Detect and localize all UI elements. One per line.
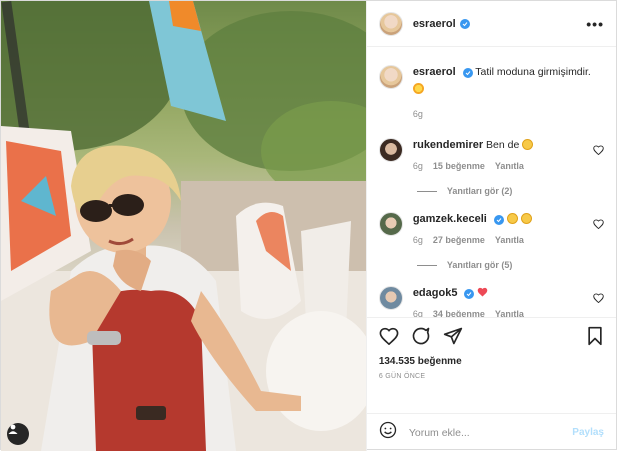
verified-badge-icon [462,68,473,78]
tagged-user-icon[interactable] [7,423,29,445]
comments-list: esraerol Tatil moduna girmişimdir. 6g ru… [367,47,616,317]
reply-button[interactable]: Yanıtla [495,233,524,248]
post-header: esraerol ••• [366,1,616,47]
verified-badge-icon [493,215,504,225]
post-sidebar: esraerol ••• esraerol Tatil moduna girmi… [365,1,616,451]
post-actions: 134.535 beğenme 6 GÜN ÖNCE [366,317,616,413]
comment-likes[interactable]: 27 beğenme [433,233,485,248]
view-replies-button[interactable]: Yanıtları gör (2) [416,186,604,196]
bookmark-icon[interactable] [586,326,604,351]
star-struck-emoji [506,213,518,224]
view-replies-button[interactable]: Yanıtları gör (5) [416,260,604,270]
author-avatar[interactable] [378,11,403,36]
comment-time[interactable]: 6g [413,233,423,248]
post-photo[interactable] [1,1,366,451]
more-options-icon[interactable]: ••• [586,16,604,32]
emoji-picker-icon[interactable] [379,421,397,444]
reply-button[interactable]: Yanıtla [495,159,524,174]
share-paper-plane-icon[interactable] [443,326,463,351]
comment-item: edagok5 6g 34 beğenme Yanıtla [378,286,604,317]
commenter-avatar[interactable] [378,286,403,310]
reply-button[interactable]: Yanıtla [495,307,524,317]
post-comment-button[interactable]: Paylaş [572,427,604,438]
post-timestamp[interactable]: 6 GÜN ÖNCE [379,373,604,380]
commenter-avatar[interactable] [378,212,403,236]
commenter-username[interactable]: gamzek.keceli [413,213,487,225]
comment-item: gamzek.keceli 6g 27 beğenme Yanıtla [378,212,604,248]
author-avatar[interactable] [378,65,403,89]
caption-time[interactable]: 6g [413,107,423,122]
add-comment-bar: Paylaş [366,413,616,451]
comment-input[interactable] [408,426,573,439]
star-struck-emoji [520,213,532,224]
comment-time[interactable]: 6g [413,159,423,174]
like-comment-heart-icon[interactable] [593,142,604,160]
comment-likes[interactable]: 15 beğenme [433,159,485,174]
commenter-avatar[interactable] [378,138,403,162]
like-heart-icon[interactable] [379,327,399,350]
like-comment-heart-icon[interactable] [593,290,604,308]
comment-bubble-icon[interactable] [411,326,431,351]
verified-badge-icon [464,289,475,299]
like-comment-heart-icon[interactable] [593,216,604,234]
comment-item: rukendemirer Ben de 6g 15 beğenme Yanıtl… [378,138,604,174]
caption-username[interactable]: esraerol [413,66,456,78]
comment-text: Ben de [486,139,520,151]
red-heart-emoji [477,287,488,299]
comment-time[interactable]: 6g [413,307,423,317]
sun-emoji [412,82,604,97]
caption-text: Tatil moduna girmişimdir. [475,66,591,78]
likes-count[interactable]: 134.535 beğenme [379,356,604,367]
comment-likes[interactable]: 34 beğenme [433,307,485,317]
commenter-username[interactable]: rukendemirer [413,139,483,151]
author-username[interactable]: esraerol [413,18,456,30]
photo-illustration [1,1,366,451]
caption: esraerol Tatil moduna girmişimdir. 6g [378,65,604,122]
verified-badge-icon [459,18,470,29]
instagram-post: esraerol ••• esraerol Tatil moduna girmi… [0,0,617,451]
commenter-username[interactable]: edagok5 [413,287,458,299]
star-struck-emoji [522,139,534,150]
